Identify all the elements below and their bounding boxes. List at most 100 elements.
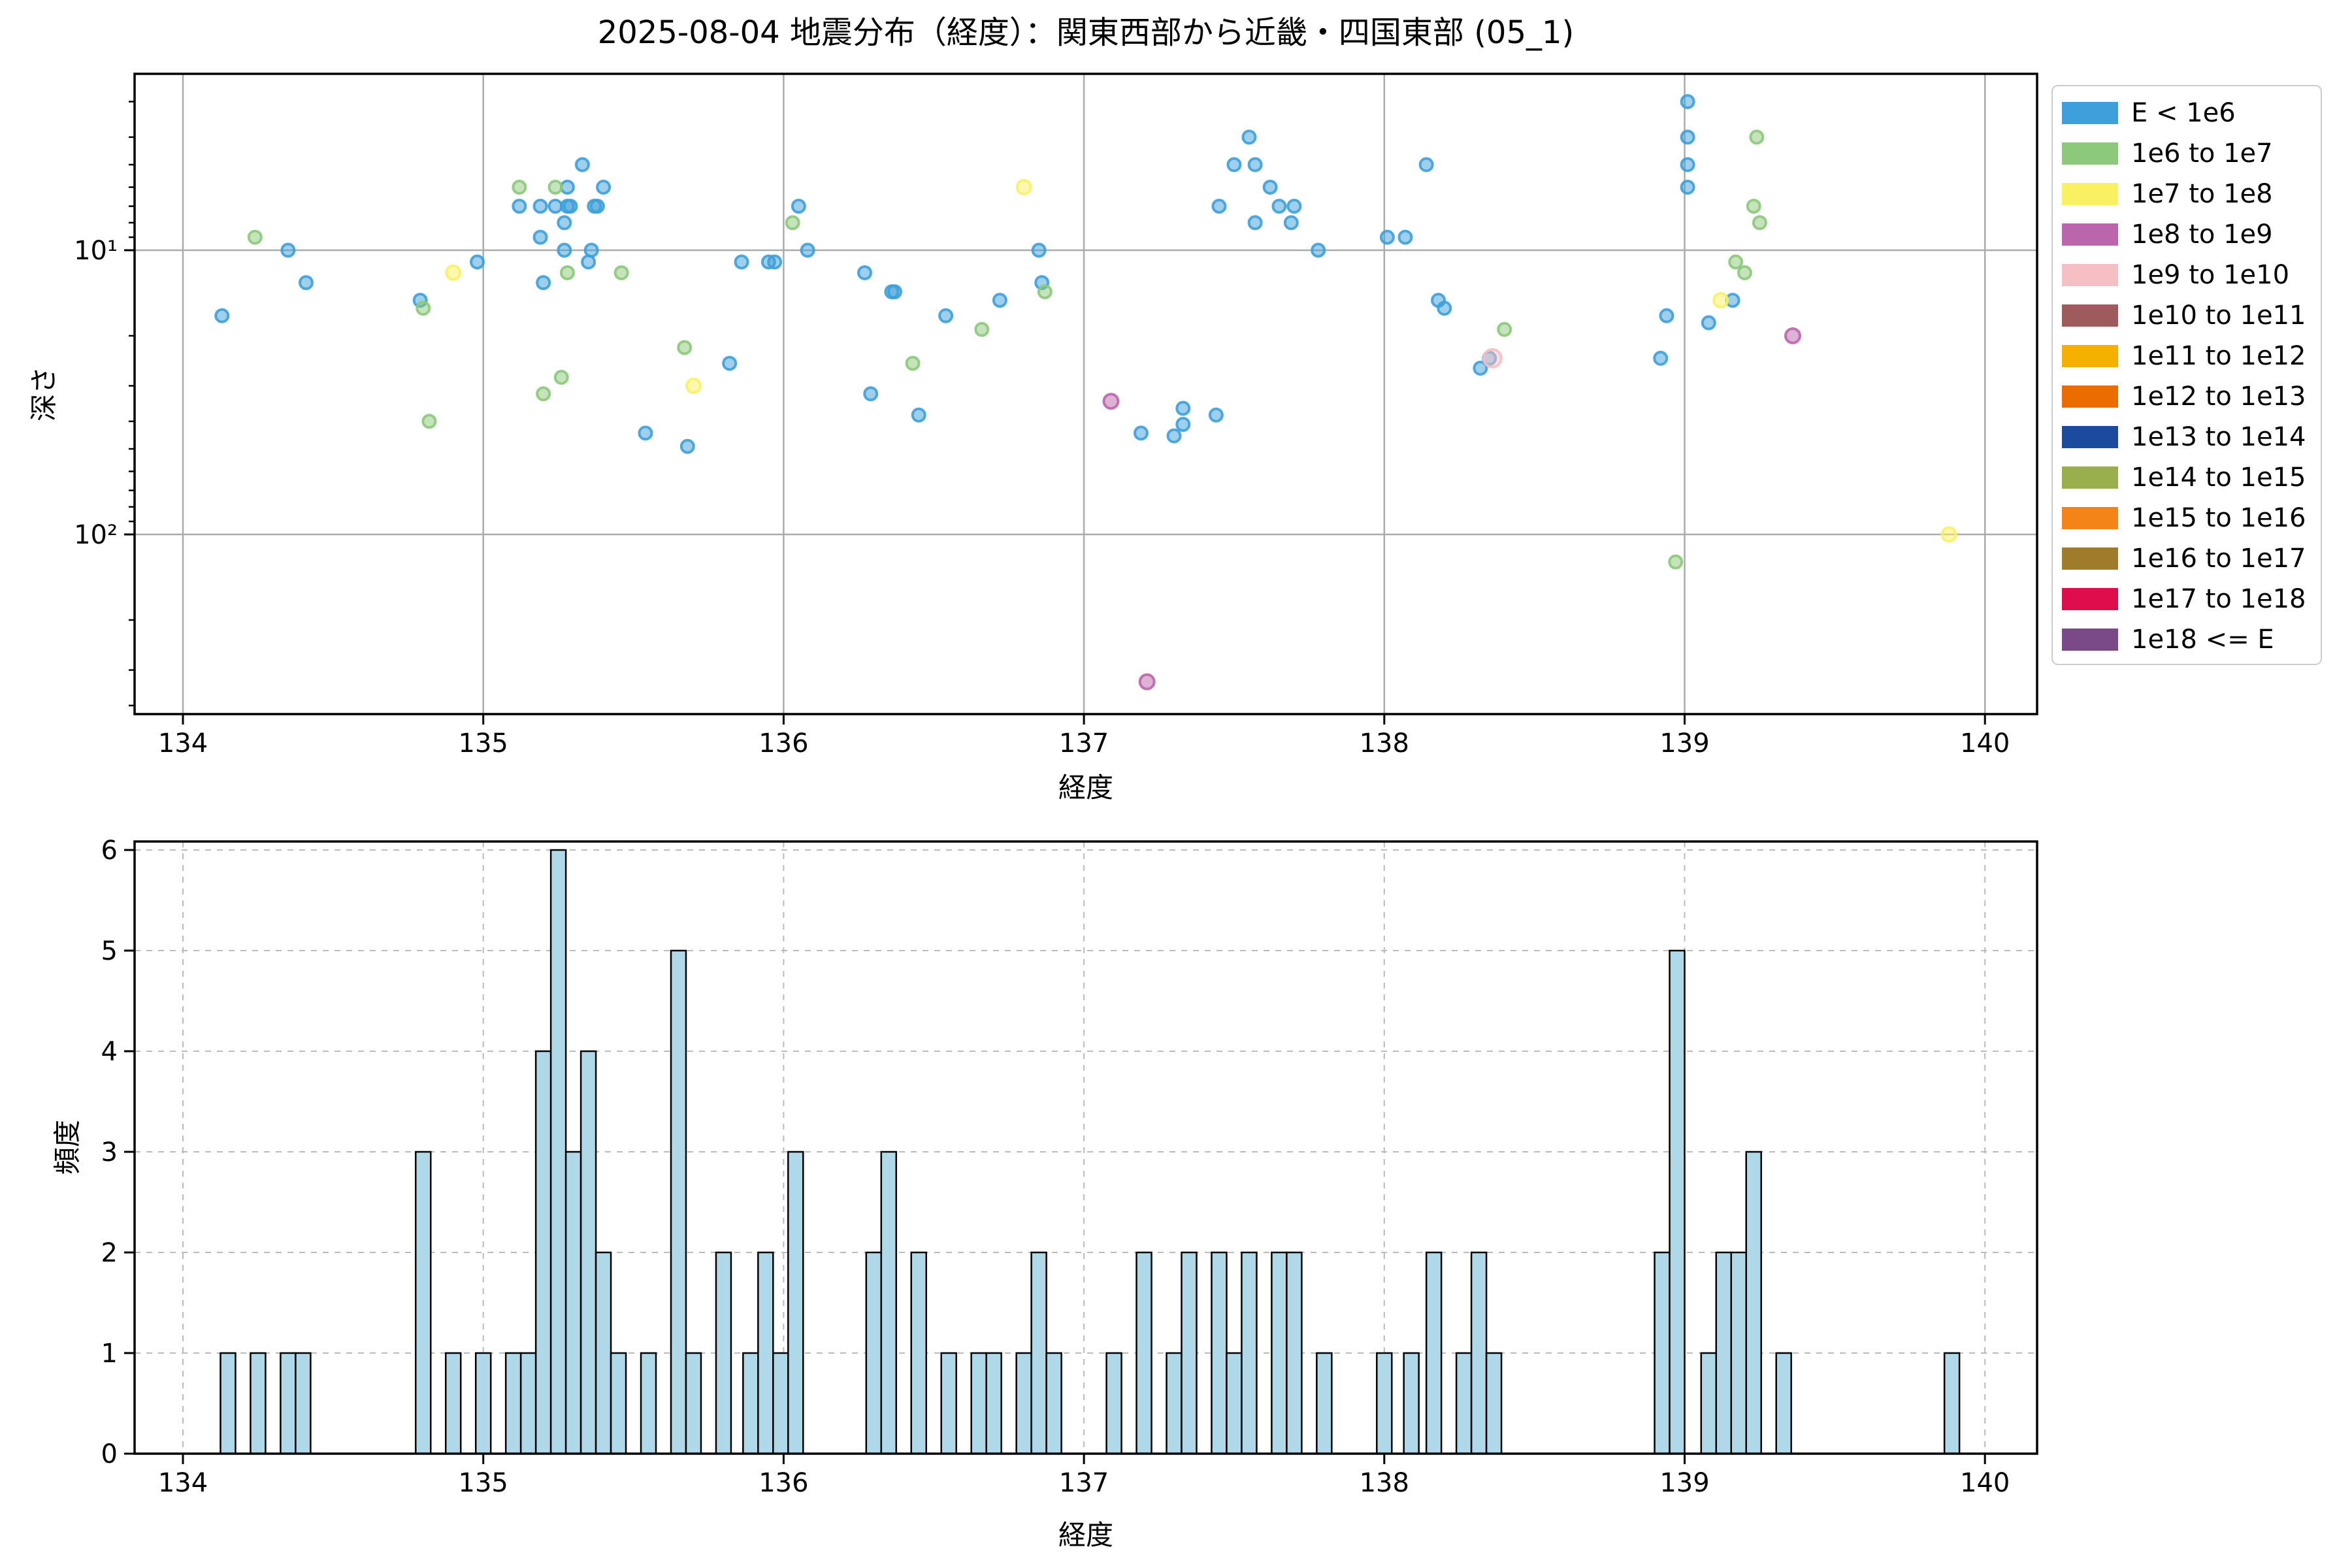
hist-bar bbox=[1030, 1251, 1047, 1455]
scatter-point bbox=[1247, 215, 1263, 231]
legend-swatch-icon bbox=[2062, 385, 2118, 408]
scatter-point bbox=[974, 321, 990, 337]
hist-bar bbox=[1470, 1251, 1488, 1455]
hist-bar bbox=[985, 1352, 1002, 1455]
scatter-point bbox=[1653, 350, 1669, 366]
hist-x-tick-label: 138 bbox=[1360, 1468, 1409, 1498]
legend-swatch-icon bbox=[2062, 183, 2118, 205]
hist-bar bbox=[1135, 1251, 1152, 1455]
legend-row: 1e11 to 1e12 bbox=[2062, 336, 2321, 376]
scatter-point bbox=[734, 254, 749, 270]
legend-row: 1e10 to 1e11 bbox=[2062, 295, 2321, 336]
scatter-point bbox=[557, 242, 572, 258]
legend-swatch-icon bbox=[2062, 304, 2118, 327]
scatter-y-tick-label: 10² bbox=[74, 520, 118, 550]
scatter-point bbox=[1247, 157, 1263, 172]
scatter-point bbox=[589, 199, 605, 214]
scatter-point bbox=[863, 386, 879, 402]
scatter-point bbox=[583, 242, 599, 258]
hist-bar bbox=[1045, 1352, 1062, 1455]
scatter-point bbox=[1211, 199, 1227, 214]
scatter-point bbox=[1680, 179, 1695, 195]
legend-label: 1e18 <= E bbox=[2131, 625, 2274, 655]
legend-label: 1e15 to 1e16 bbox=[2131, 503, 2306, 533]
scatter-y-tick-label: 10¹ bbox=[74, 236, 118, 266]
legend-label: 1e7 to 1e8 bbox=[2131, 179, 2273, 209]
scatter-point bbox=[298, 275, 314, 291]
legend-swatch-icon bbox=[2062, 547, 2118, 570]
scatter-point bbox=[679, 438, 695, 454]
scatter-point bbox=[445, 264, 462, 281]
hist-bar bbox=[1166, 1352, 1183, 1455]
scatter-ylabel: 深さ bbox=[27, 366, 60, 422]
hist-bar bbox=[504, 1352, 522, 1455]
scatter-point bbox=[800, 242, 815, 258]
scatter-point bbox=[613, 265, 629, 280]
hist-bar bbox=[549, 849, 567, 1455]
scatter-point bbox=[1737, 265, 1752, 280]
hist-bar bbox=[295, 1352, 312, 1455]
scatter-point bbox=[785, 215, 800, 231]
legend-swatch-icon bbox=[2062, 588, 2118, 610]
scatter-point bbox=[536, 275, 551, 291]
legend-swatch-icon bbox=[2062, 629, 2118, 651]
hist-bar bbox=[1485, 1352, 1503, 1455]
scatter-point bbox=[512, 179, 527, 195]
scatter-point bbox=[1940, 526, 1957, 543]
scatter-point bbox=[532, 229, 548, 245]
scatter-point bbox=[1031, 242, 1047, 258]
hist-x-tick-label: 134 bbox=[158, 1468, 208, 1498]
hist-y-tick-label: 4 bbox=[101, 1037, 118, 1067]
hist-y-tick-label: 5 bbox=[101, 936, 118, 966]
hist-ylabel: 頻度 bbox=[51, 1119, 84, 1175]
hist-bar bbox=[1654, 1251, 1671, 1455]
scatter-point bbox=[1286, 199, 1302, 214]
hist-bar bbox=[1455, 1352, 1473, 1455]
hist-bar bbox=[640, 1352, 657, 1455]
legend-row: 1e16 to 1e17 bbox=[2062, 538, 2321, 579]
hist-x-tick-label: 135 bbox=[459, 1468, 508, 1498]
scatter-point bbox=[1668, 554, 1684, 570]
scatter-point bbox=[536, 386, 551, 402]
legend-row: 1e12 to 1e13 bbox=[2062, 376, 2321, 417]
hist-xlabel: 経度 bbox=[1058, 1519, 1113, 1551]
scatter-point bbox=[559, 265, 575, 280]
scatter-point bbox=[581, 254, 596, 270]
hist-bar bbox=[415, 1151, 432, 1455]
scatter-point bbox=[1133, 425, 1149, 441]
legend-label: 1e6 to 1e7 bbox=[2131, 139, 2273, 169]
scatter-point bbox=[1226, 157, 1242, 172]
scatter-point bbox=[416, 301, 431, 316]
hist-bar bbox=[474, 1352, 492, 1455]
legend-box: E < 1e6 1e6 to 1e7 1e7 to 1e8 1e8 to 1e9 1e9… bbox=[2051, 85, 2322, 665]
hist-bar bbox=[1700, 1352, 1718, 1455]
scatter-point bbox=[992, 293, 1007, 308]
scatter-point bbox=[1208, 407, 1224, 423]
legend-row: 1e14 to 1e15 bbox=[2062, 457, 2321, 498]
scatter-point bbox=[1166, 428, 1182, 444]
hist-bar bbox=[1181, 1251, 1198, 1455]
hist-bar bbox=[1730, 1251, 1747, 1455]
legend-swatch-icon bbox=[2062, 426, 2118, 448]
scatter-point bbox=[638, 425, 653, 441]
hist-bar bbox=[757, 1251, 774, 1455]
scatter-point bbox=[1482, 348, 1503, 368]
figure-canvas: 134 135 136 137 138 139 140 10¹ 10² 134 135 136 137 1… bbox=[0, 0, 2352, 1568]
hist-bar bbox=[444, 1352, 462, 1455]
scatter-point bbox=[512, 199, 527, 214]
hist-bar bbox=[742, 1352, 759, 1455]
scatter-axes-frame bbox=[133, 73, 2038, 715]
legend-swatch-icon bbox=[2062, 264, 2118, 286]
scatter-point bbox=[1418, 157, 1434, 172]
hist-bar bbox=[1211, 1251, 1228, 1455]
scatter-x-tick-label: 134 bbox=[158, 728, 208, 759]
hist-y-tick-label: 3 bbox=[101, 1137, 118, 1168]
scatter-point bbox=[1680, 94, 1695, 110]
legend-row: 1e17 to 1e18 bbox=[2062, 579, 2321, 619]
hist-bar bbox=[1669, 949, 1686, 1455]
scatter-point bbox=[247, 229, 263, 245]
scatter-point bbox=[1175, 400, 1191, 416]
hist-bar bbox=[250, 1352, 267, 1455]
scatter-point bbox=[1262, 179, 1278, 195]
figure-title: 2025-08-04 地震分布（経度）：関東西部から近畿・四国東部 (05_1) bbox=[597, 14, 1575, 51]
